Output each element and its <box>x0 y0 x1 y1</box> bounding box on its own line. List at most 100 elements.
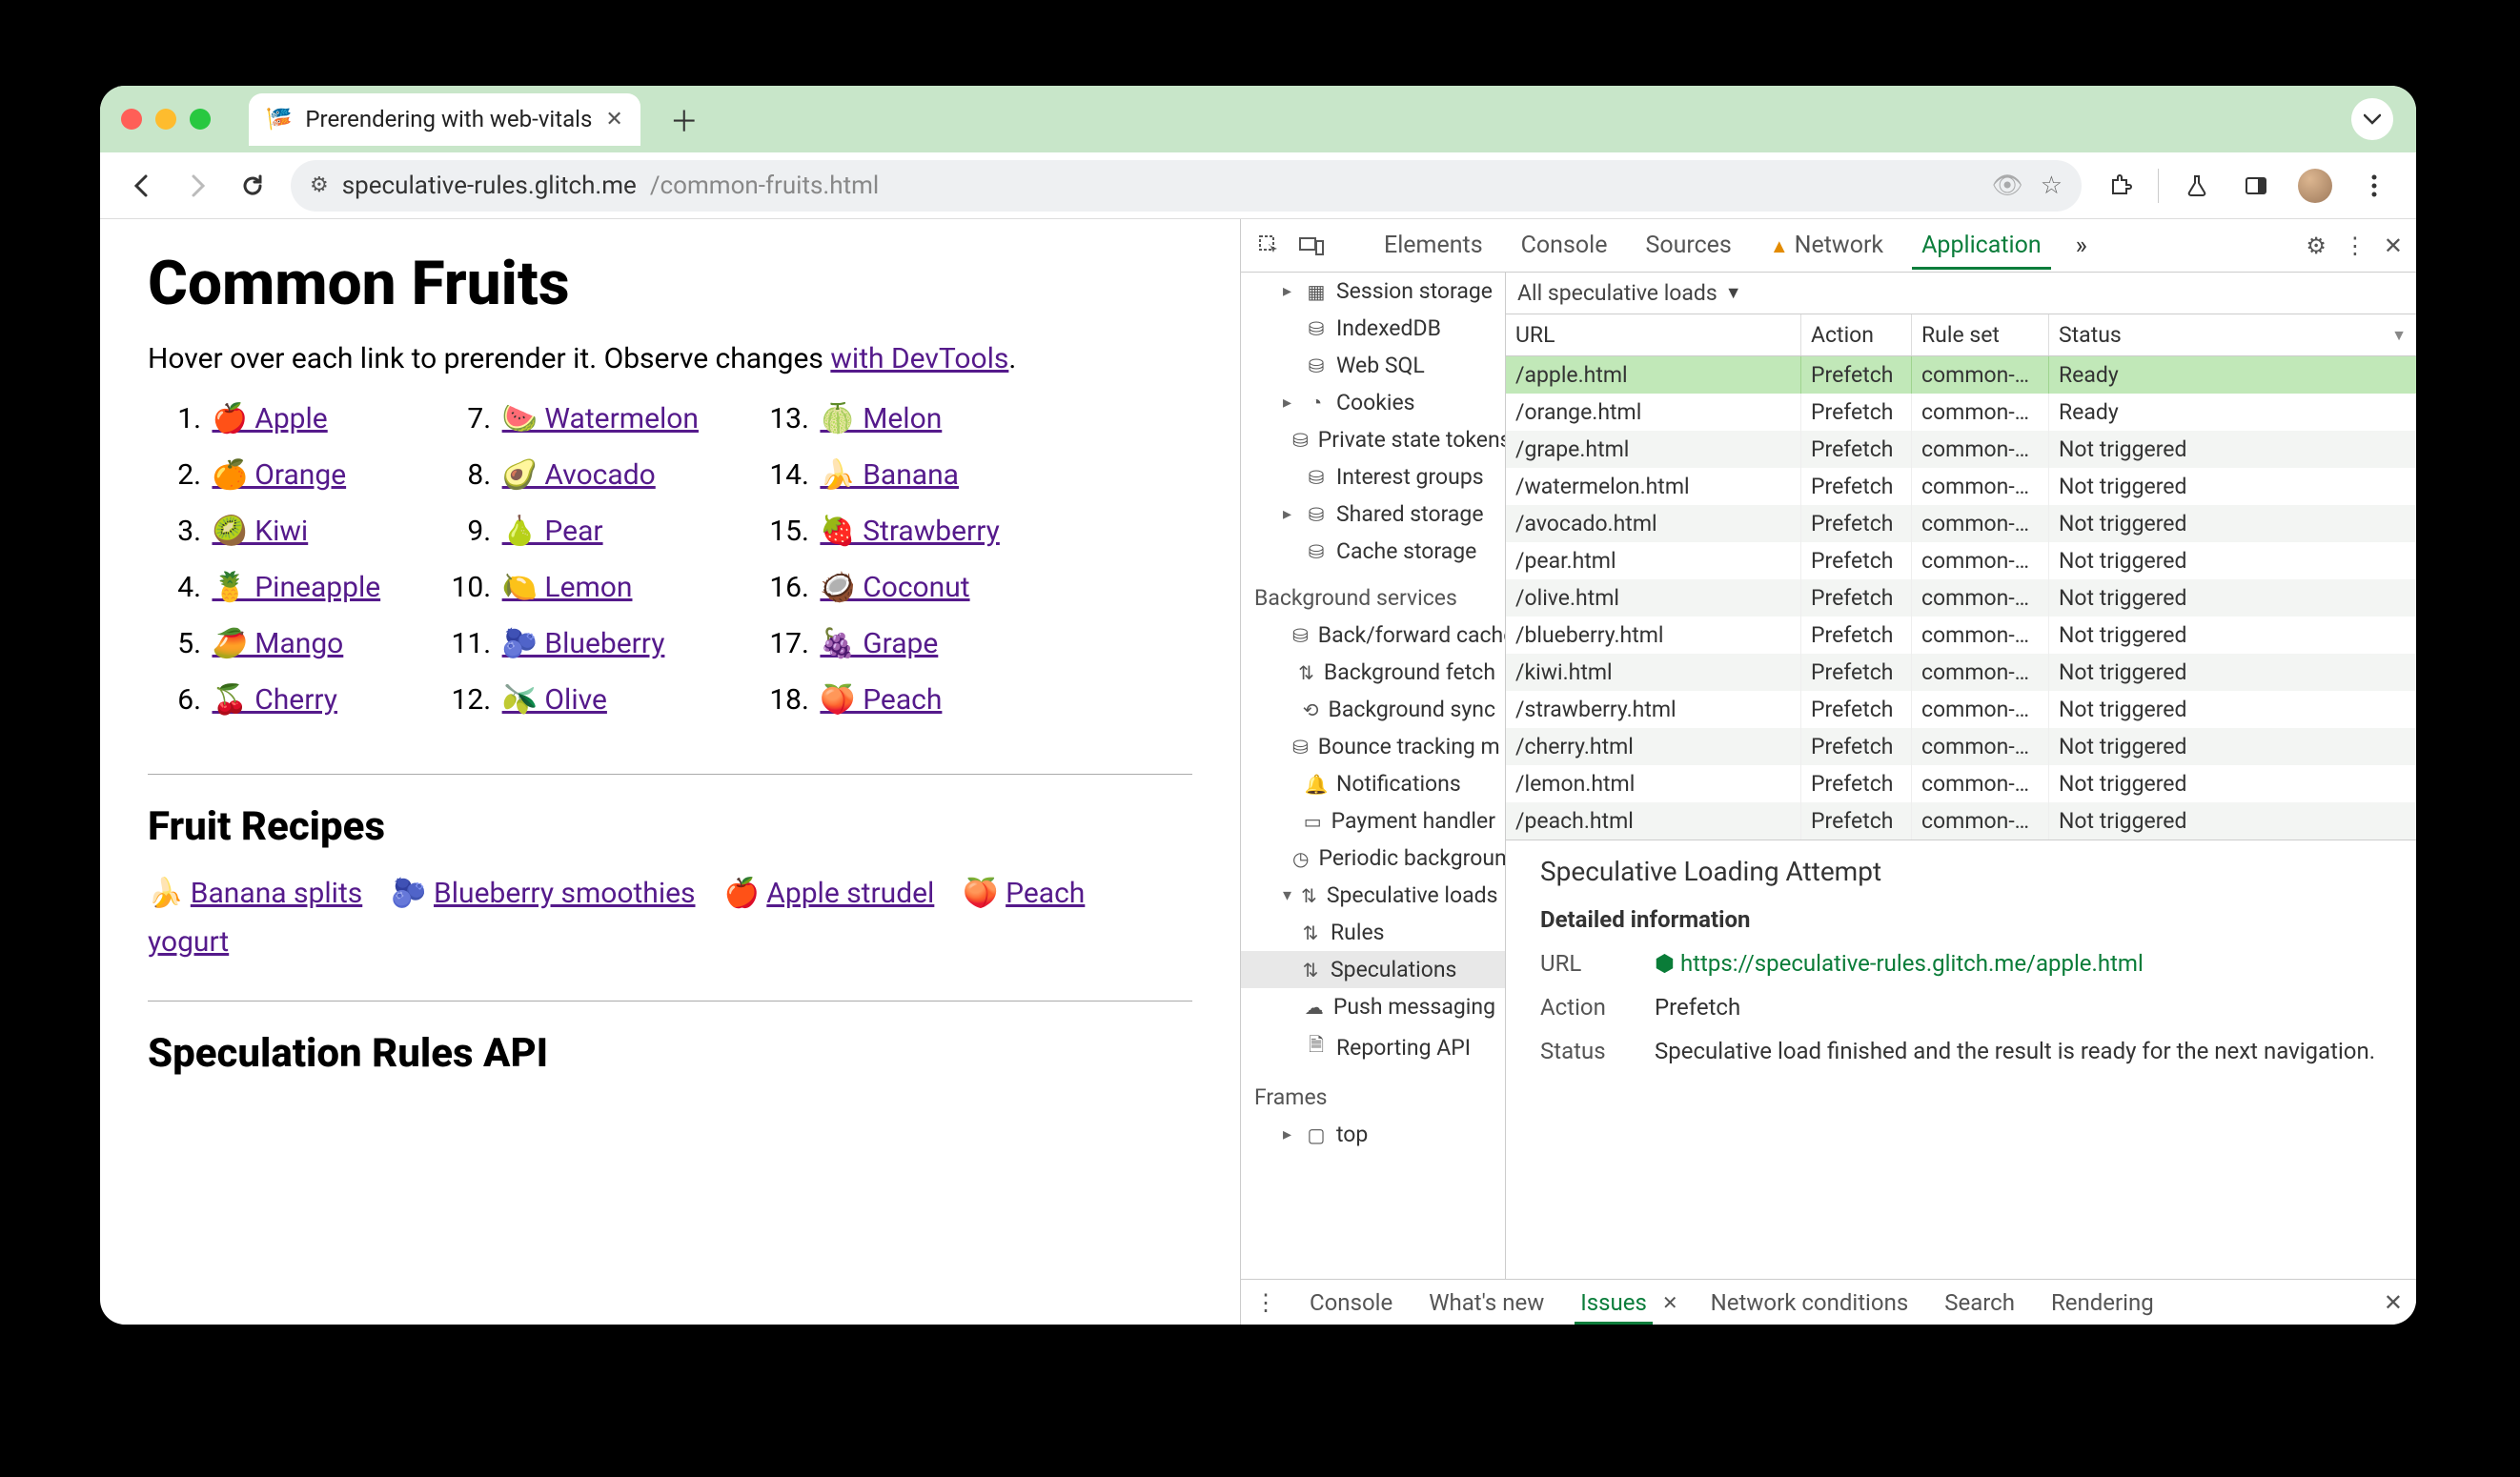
devtools-link[interactable]: with DevTools <box>830 342 1008 375</box>
sidebar-item-top-frame[interactable]: ▸▢top <box>1241 1116 1505 1153</box>
incognito-eye-icon[interactable]: 👁 <box>1992 172 2023 200</box>
fruit-link[interactable]: 🍊 Orange <box>212 458 346 492</box>
table-row[interactable]: /cherry.htmlPrefetchcommon-…Not triggere… <box>1506 728 2416 765</box>
tab-elements[interactable]: Elements <box>1367 222 1500 269</box>
inspect-element-button[interactable] <box>1250 234 1289 257</box>
fruit-link[interactable]: 🍓 Strawberry <box>820 515 999 548</box>
table-row[interactable]: /strawberry.htmlPrefetchcommon-…Not trig… <box>1506 691 2416 728</box>
maximize-window-button[interactable] <box>190 109 211 130</box>
back-button[interactable] <box>117 161 167 211</box>
bookmark-star-icon[interactable]: ☆ <box>2041 172 2063 200</box>
minimize-window-button[interactable] <box>155 109 176 130</box>
drawer-tab-console[interactable]: Console <box>1306 1282 1396 1324</box>
close-drawer-icon[interactable]: ✕ <box>2384 1289 2403 1316</box>
fruit-link[interactable]: 🫒 Olive <box>502 683 607 717</box>
fruit-link[interactable]: 🥑 Avocado <box>502 458 656 492</box>
sidebar-item-push[interactable]: ☁Push messaging <box>1241 988 1505 1025</box>
gear-icon[interactable]: ⚙ <box>2306 233 2327 259</box>
close-window-button[interactable] <box>121 109 142 130</box>
col-action[interactable]: Action <box>1801 314 1912 355</box>
tabs-overflow-button[interactable]: » <box>2063 232 2101 260</box>
sidebar-item-cache-storage[interactable]: ⛁Cache storage <box>1241 533 1505 570</box>
tab-network[interactable]: Network <box>1753 222 1900 269</box>
close-icon[interactable]: ✕ <box>1662 1291 1678 1314</box>
table-row[interactable]: /avocado.htmlPrefetchcommon-…Not trigger… <box>1506 505 2416 542</box>
sidebar-item-bg-fetch[interactable]: ⇅Background fetch <box>1241 654 1505 691</box>
sidebar-item-bounce[interactable]: ⛁Bounce tracking m <box>1241 728 1505 765</box>
tab-overflow-button[interactable] <box>2351 98 2393 140</box>
recipe-link[interactable]: Blueberry smoothies <box>434 877 695 910</box>
profile-button[interactable] <box>2290 161 2340 211</box>
fruit-link[interactable]: 🍋 Lemon <box>502 571 633 604</box>
fruit-link[interactable]: 🍍 Pineapple <box>212 571 380 604</box>
table-row[interactable]: /peach.htmlPrefetchcommon-…Not triggered <box>1506 802 2416 840</box>
fruit-link[interactable]: 🥝 Kiwi <box>212 515 308 548</box>
new-tab-button[interactable]: ＋ <box>663 98 705 140</box>
site-settings-icon[interactable]: ⚙ <box>310 173 329 197</box>
fruit-link[interactable]: 🍎 Apple <box>212 402 327 435</box>
sidebar-item-shared-storage[interactable]: ▸⛁Shared storage <box>1241 496 1505 533</box>
close-tab-icon[interactable]: ✕ <box>605 108 622 132</box>
browser-menu-button[interactable] <box>2349 161 2399 211</box>
fruit-link[interactable]: 🍉 Watermelon <box>502 402 699 435</box>
sidebar-item-session-storage[interactable]: ▸▦Session storage <box>1241 273 1505 310</box>
sidebar-item-payment[interactable]: ▭Payment handler <box>1241 802 1505 840</box>
forward-button[interactable] <box>173 161 222 211</box>
fruit-link[interactable]: 🍐 Pear <box>502 515 603 548</box>
fruit-link[interactable]: 🥭 Mango <box>212 627 343 660</box>
sidebar-item-rules[interactable]: ⇅Rules <box>1241 914 1505 951</box>
sidebar-item-bg-sync[interactable]: ⟲Background sync <box>1241 691 1505 728</box>
fruit-link[interactable]: 🍈 Melon <box>820 402 942 435</box>
table-row[interactable]: /kiwi.htmlPrefetchcommon-…Not triggered <box>1506 654 2416 691</box>
col-ruleset[interactable]: Rule set <box>1912 314 2049 355</box>
kebab-icon[interactable]: ⋮ <box>2344 233 2367 259</box>
tab-sources[interactable]: Sources <box>1628 222 1748 269</box>
sidebar-item-periodic[interactable]: ◷Periodic background <box>1241 840 1505 877</box>
browser-tab[interactable]: 🎏 Prerendering with web-vitals ✕ <box>249 93 640 146</box>
fruit-link[interactable]: 🍇 Grape <box>820 627 938 660</box>
drawer-tab-whatsnew[interactable]: What's new <box>1425 1282 1548 1324</box>
fruit-link[interactable]: 🍒 Cherry <box>212 683 337 717</box>
table-row[interactable]: /blueberry.htmlPrefetchcommon-…Not trigg… <box>1506 617 2416 654</box>
fruit-link[interactable]: 🫐 Blueberry <box>502 627 665 660</box>
kebab-icon[interactable]: ⋮ <box>1254 1289 1277 1316</box>
labs-button[interactable] <box>2172 161 2222 211</box>
sidebar-item-speculations[interactable]: ⇅Speculations <box>1241 951 1505 988</box>
drawer-tab-rendering[interactable]: Rendering <box>2047 1282 2158 1324</box>
table-row[interactable]: /watermelon.htmlPrefetchcommon-…Not trig… <box>1506 468 2416 505</box>
recipe-link[interactable]: Apple strudel <box>766 877 934 910</box>
sidebar-item-indexeddb[interactable]: ⛁IndexedDB <box>1241 310 1505 347</box>
close-icon[interactable]: ✕ <box>2384 233 2403 259</box>
drawer-tab-issues[interactable]: Issues <box>1576 1282 1651 1324</box>
table-row[interactable]: /lemon.htmlPrefetchcommon-…Not triggered <box>1506 765 2416 802</box>
drawer-tab-search[interactable]: Search <box>1941 1282 2019 1324</box>
col-status[interactable]: Status▼ <box>2049 314 2416 355</box>
table-row[interactable]: /apple.htmlPrefetchcommon-…Ready <box>1506 356 2416 394</box>
sidebar-item-websql[interactable]: ⛁Web SQL <box>1241 347 1505 384</box>
detail-url-value[interactable]: ⬢https://speculative-rules.glitch.me/app… <box>1655 950 2144 977</box>
table-row[interactable]: /orange.htmlPrefetchcommon-…Ready <box>1506 394 2416 431</box>
reload-button[interactable] <box>228 161 277 211</box>
tab-application[interactable]: Application <box>1904 222 2059 269</box>
sidebar-item-notifications[interactable]: 🔔Notifications <box>1241 765 1505 802</box>
table-row[interactable]: /olive.htmlPrefetchcommon-…Not triggered <box>1506 579 2416 617</box>
sidebar-item-speculative[interactable]: ▾⇅Speculative loads <box>1241 877 1505 914</box>
fruit-link[interactable]: 🍑 Peach <box>820 683 942 717</box>
recipe-link[interactable]: Banana splits <box>191 877 362 910</box>
sidebar-item-private-state-tokens[interactable]: ⛁Private state tokens <box>1241 421 1505 458</box>
extensions-button[interactable] <box>2095 161 2144 211</box>
fruit-link[interactable]: 🍌 Banana <box>820 458 959 492</box>
sidebar-item-cookies[interactable]: ▸◔Cookies <box>1241 384 1505 421</box>
tab-console[interactable]: Console <box>1504 222 1625 269</box>
fruit-link[interactable]: 🥥 Coconut <box>820 571 969 604</box>
table-row[interactable]: /pear.htmlPrefetchcommon-…Not triggered <box>1506 542 2416 579</box>
sidebar-item-bf-cache[interactable]: ⛁Back/forward cache <box>1241 617 1505 654</box>
sidebar-item-reporting[interactable]: 🗎Reporting API <box>1241 1025 1505 1069</box>
table-row[interactable]: /grape.htmlPrefetchcommon-…Not triggered <box>1506 431 2416 468</box>
col-url[interactable]: URL <box>1506 314 1801 355</box>
side-panel-button[interactable] <box>2231 161 2281 211</box>
address-bar[interactable]: ⚙ speculative-rules.glitch.me/common-fru… <box>291 160 2082 212</box>
filter-dropdown[interactable]: All speculative loads ▼ <box>1506 273 2416 314</box>
device-toolbar-button[interactable] <box>1292 235 1331 256</box>
drawer-tab-netcond[interactable]: Network conditions <box>1707 1282 1913 1324</box>
